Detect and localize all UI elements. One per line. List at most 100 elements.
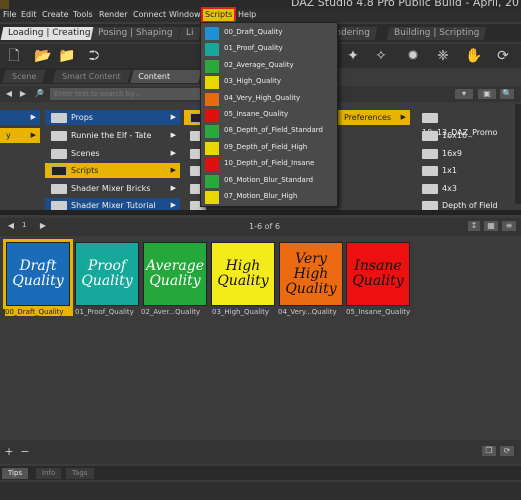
scripts-menu-item[interactable]: 08_Depth_of_Field_Standard — [201, 124, 337, 139]
tab-tags[interactable]: Tags — [66, 468, 94, 479]
tab-lighting[interactable]: Li — [178, 27, 201, 40]
scripts-menu-item-label: 08_Depth_of_Field_Standard — [224, 126, 323, 135]
menu-scripts[interactable]: Scripts — [200, 7, 237, 23]
menu-window[interactable]: Window — [169, 10, 201, 19]
thumbnail-caption[interactable]: 03_High_Quality — [212, 308, 280, 316]
scripts-menu-item[interactable]: 00_Draft_Quality — [201, 26, 337, 41]
scripts-menu-item[interactable]: 09_Depth_of_Field_High — [201, 141, 337, 156]
search-input[interactable] — [50, 88, 200, 100]
scripts-menu-item[interactable]: 03_High_Quality — [201, 75, 337, 90]
merge-icon[interactable]: 📁 — [58, 48, 75, 64]
tree-item-runnie[interactable]: Runnie the Elf - Tate ▶ — [45, 128, 180, 143]
tab-smart-content[interactable]: Smart Content — [52, 70, 131, 83]
script-thumbnail-icon — [205, 76, 219, 90]
script-thumbnail-icon — [205, 174, 219, 188]
scripts-menu-item[interactable]: 04_Very_High_Quality — [201, 92, 337, 107]
node-tool-icon[interactable]: ❈ — [435, 48, 451, 64]
panel-tab-bar: Scene Smart Content Content Library — [0, 68, 202, 94]
scripts-menu-item[interactable]: 02_Average_Quality — [201, 59, 337, 74]
tree-item[interactable] — [184, 110, 206, 125]
search-icon-right[interactable]: 🔍 — [500, 89, 514, 99]
tab-info[interactable]: Info — [36, 468, 62, 479]
forward-arrow-icon[interactable]: ▶ — [18, 89, 28, 99]
menu-file[interactable]: File — [3, 10, 16, 19]
scripts-menu-item-label: 09_Depth_of_Field_High — [224, 142, 308, 151]
thumbnail-high-quality[interactable]: High Quality — [211, 242, 275, 306]
open-icon[interactable]: 📂 — [34, 48, 51, 64]
scripts-menu-item[interactable]: 06_Motion_Blur_Standard — [201, 174, 337, 189]
thumbnail-draft-quality[interactable]: Draft Quality — [3, 239, 73, 309]
tree-item[interactable] — [184, 181, 206, 196]
menu-tools[interactable]: Tools — [73, 10, 93, 19]
menu-render[interactable]: Render — [99, 10, 127, 19]
tab-tips[interactable]: Tips — [2, 468, 29, 479]
icon-size-slider[interactable]: ↕ — [468, 221, 480, 231]
tree-item-scenes[interactable]: Scenes ▶ — [45, 146, 180, 161]
tree-item-16x9[interactable]: 16x9 — [416, 146, 516, 161]
scripts-menu-item[interactable]: 01_Proof_Quality — [201, 42, 337, 57]
page-next-icon[interactable]: ▶ — [38, 221, 48, 231]
copy-icon[interactable]: ❐ — [482, 446, 496, 456]
scripts-menu-item[interactable]: 07_Motion_Blur_High — [201, 190, 337, 205]
tree-item-4x3[interactable]: 4x3 — [416, 181, 516, 196]
thumbnail-caption[interactable]: 04_Very...Quality — [278, 308, 346, 316]
content-header: ◀ 1 ▶ 1-6 of 6 ↕ ▦ ≡ — [0, 218, 521, 236]
thumbnail-average-quality[interactable]: Average Quality — [143, 242, 207, 306]
new-scene-icon[interactable]: 🗋 — [6, 48, 22, 64]
tree-item-16x10[interactable]: 16x10 — [416, 128, 516, 143]
right-edge-scrollbar[interactable] — [515, 104, 521, 204]
back-arrow-icon[interactable]: ◀ — [4, 89, 14, 99]
transform-tool-icon[interactable]: ✦ — [345, 48, 361, 64]
thumbnail-text: Insane Quality — [352, 258, 404, 289]
tree-item[interactable]: ▶ — [0, 110, 40, 125]
page-number: 1 — [22, 221, 27, 229]
save-icon[interactable]: ⮊ — [86, 48, 102, 64]
menu-connect[interactable]: Connect — [133, 10, 166, 19]
tab-building-scripting[interactable]: Building | Scripting — [386, 27, 487, 40]
list-view-icon[interactable]: ≡ — [502, 221, 516, 231]
thumbnail-caption[interactable]: 05_Insane_Quality — [346, 308, 414, 316]
tree-item-shader-bricks[interactable]: Shader Mixer Bricks ▶ — [45, 181, 180, 196]
horizontal-scrollbar[interactable] — [0, 210, 521, 215]
menu-help[interactable]: Help — [238, 10, 256, 19]
view-mode-icon[interactable]: ▣ — [478, 89, 496, 99]
page-prev-icon[interactable]: ◀ — [6, 221, 16, 231]
hand-tool-icon[interactable]: ✋ — [465, 48, 482, 64]
tab-scene[interactable]: Scene — [2, 70, 47, 83]
tree-item-preferences[interactable]: Preferences ▶ — [338, 110, 410, 125]
refresh-icon[interactable]: ⟳ — [500, 446, 514, 456]
rotate-tool-icon[interactable]: ⟳ — [495, 48, 511, 64]
thumbnail-proof-quality[interactable]: Proof Quality — [75, 242, 139, 306]
thumbnail-insane-quality[interactable]: Insane Quality — [346, 242, 410, 306]
tree-item[interactable]: y ▶ — [0, 128, 40, 143]
menu-create[interactable]: Create — [42, 10, 69, 19]
scripts-menu-item[interactable]: 10_Depth_of_Field_Insane — [201, 157, 337, 172]
tree-item-1x1[interactable]: 1x1 — [416, 163, 516, 178]
scripts-menu-item[interactable]: 05_Insane_Quality — [201, 108, 337, 123]
remove-icon[interactable]: − — [20, 446, 30, 457]
tree-item-props[interactable]: Props ▶ — [45, 110, 180, 125]
script-thumbnail-icon — [205, 158, 219, 172]
tree-item[interactable] — [184, 128, 206, 143]
tree-item[interactable] — [184, 146, 206, 161]
add-icon[interactable]: + — [4, 446, 14, 457]
search-icon[interactable]: 🔎 — [34, 89, 44, 99]
folder-icon — [51, 165, 67, 176]
tab-loading-creating[interactable]: Loading | Creating — [0, 27, 98, 40]
tab-posing-shaping[interactable]: Posing | Shaping — [90, 27, 180, 40]
tree-item[interactable] — [184, 163, 206, 178]
thumbnail-very-high-quality[interactable]: Very High Quality — [279, 242, 343, 306]
scripts-menu-item-label: 10_Depth_of_Field_Insane — [224, 159, 315, 168]
thumbnail-caption[interactable]: 02_Aver...Quality — [141, 308, 209, 316]
thumbnail-caption[interactable]: 00_Draft_Quality — [5, 308, 73, 316]
light-tool-icon[interactable]: ✧ — [373, 48, 389, 64]
thumbnail-caption[interactable]: 01_Proof_Quality — [75, 308, 143, 316]
bottom-toolbar: + − ❐ ⟳ — [0, 440, 521, 464]
view-options-icon[interactable]: ▾ — [455, 89, 473, 99]
tree-item-10x13[interactable]: 10x13_DAZ_Promo — [416, 110, 516, 137]
menu-edit[interactable]: Edit — [21, 10, 37, 19]
tree-item-scripts[interactable]: Scripts ▶ — [45, 163, 180, 178]
grid-view-icon[interactable]: ▦ — [484, 221, 498, 231]
tab-content-library[interactable]: Content Library — [130, 70, 202, 94]
spot-tool-icon[interactable]: ✹ — [405, 48, 421, 64]
